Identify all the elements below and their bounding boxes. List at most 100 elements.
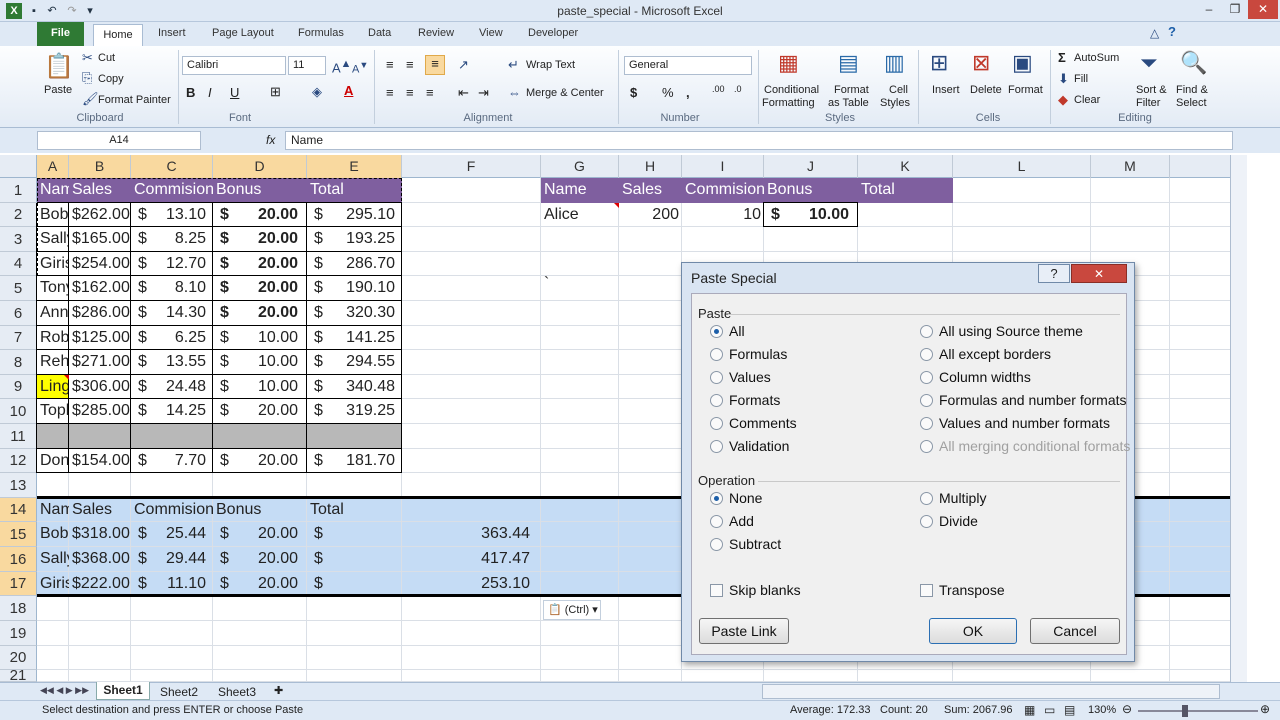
row-header-9[interactable]: 9 [0, 375, 37, 399]
operation-add[interactable]: Add [710, 513, 754, 529]
table-cell-commision[interactable]: 13.55 [131, 350, 209, 374]
align-center-icon[interactable]: ≡ [406, 85, 414, 100]
pasted-cell-bonus[interactable]: 20.00 [213, 522, 301, 546]
decrease-decimal-icon[interactable]: .0 [734, 84, 742, 94]
tab-formulas[interactable]: Formulas [298, 27, 344, 39]
font-color-icon[interactable]: A [344, 83, 353, 98]
sort-filter-button[interactable]: Sort & [1136, 84, 1167, 96]
align-top-icon[interactable]: ≡ [386, 57, 394, 72]
align-middle-icon[interactable]: ≡ [406, 57, 414, 72]
tab-home[interactable]: Home [93, 24, 143, 47]
zoom-level[interactable]: 130% [1088, 704, 1116, 716]
paste-option-right-1[interactable]: All except borders [920, 346, 1051, 362]
paste-option-right-2[interactable]: Column widths [920, 369, 1031, 385]
operation-subtract[interactable]: Subtract [710, 536, 781, 552]
sheet-tab-sheet2[interactable]: Sheet2 [160, 685, 198, 699]
view-page-layout-icon[interactable]: ▭ [1044, 703, 1055, 717]
skip-blanks-checkbox[interactable]: Skip blanks [710, 582, 801, 598]
comma-icon[interactable]: , [686, 85, 690, 100]
paste-option-right-3[interactable]: Formulas and number formats [920, 392, 1127, 408]
pasted-cell-bonus[interactable]: 20.00 [213, 547, 301, 571]
table-cell-total[interactable]: 340.48 [307, 375, 398, 399]
paste-option-all[interactable]: All [710, 323, 745, 339]
shrink-font-icon[interactable]: A▼ [352, 60, 368, 76]
table3-header-cell[interactable]: Bonus [764, 178, 858, 203]
pasted-header-cell[interactable]: Total [307, 498, 402, 522]
table-row-name[interactable]: Donald [37, 449, 69, 473]
row-header-8[interactable]: 8 [0, 350, 37, 375]
sheet-nav-arrows-icon[interactable]: ◀◀ ◀ ▶ ▶▶ [40, 685, 89, 696]
pasted-cell-commision[interactable]: 25.44 [131, 522, 209, 546]
column-header-e[interactable]: E [307, 155, 402, 178]
tab-developer[interactable]: Developer [528, 27, 578, 39]
formula-input[interactable]: Name [285, 131, 1233, 150]
ok-button[interactable]: OK [929, 618, 1017, 644]
paste-button[interactable]: Paste [44, 84, 72, 96]
column-header-h[interactable]: H [619, 155, 682, 178]
cancel-button[interactable]: Cancel [1030, 618, 1120, 644]
delete-cells-button[interactable]: Delete [970, 84, 1002, 96]
column-header-c[interactable]: C [131, 155, 213, 178]
table-row-name[interactable]: Tony [37, 276, 69, 301]
help-button[interactable]: ? [1038, 264, 1070, 283]
paste-option-comments[interactable]: Comments [710, 415, 797, 431]
fill-button[interactable]: Fill [1074, 73, 1088, 85]
format-as-table-button[interactable]: Format [834, 84, 869, 96]
table-cell-commision[interactable]: 7.70 [131, 449, 209, 473]
insert-sheet-icon[interactable]: ✚ [274, 684, 283, 697]
pasted-row-name[interactable]: Bob [37, 522, 69, 547]
row-header-11[interactable]: 11 [0, 424, 37, 449]
operation-divide[interactable]: Divide [920, 513, 978, 529]
row-header-18[interactable]: 18 [0, 596, 37, 621]
row-header-2[interactable]: 2 [0, 203, 37, 227]
select-all-corner[interactable] [0, 155, 37, 178]
operation-multiply[interactable]: Multiply [920, 490, 986, 506]
table-cell-sales[interactable]: $162.00 [69, 276, 131, 301]
paste-option-validation[interactable]: Validation [710, 438, 789, 454]
zoom-in-icon[interactable]: ⊕ [1260, 702, 1270, 716]
sheet-tab-sheet1[interactable]: Sheet1 [96, 682, 150, 700]
paste-icon[interactable]: 📋 [44, 52, 74, 82]
close-window-icon[interactable]: ✕ [1248, 0, 1278, 19]
underline-icon[interactable]: U [230, 85, 239, 100]
pasted-header-cell[interactable]: Bonus [213, 498, 307, 522]
tab-insert[interactable]: Insert [158, 27, 186, 39]
fill-color-icon[interactable]: ◈ [312, 84, 322, 100]
font-name-combo[interactable]: Calibri [182, 56, 286, 75]
pasted-cell-commision[interactable]: 11.10 [131, 572, 209, 596]
column-header-f[interactable]: F [402, 155, 541, 178]
table-cell-bonus[interactable]: 20.00 [213, 301, 301, 325]
minimize-icon[interactable]: – [1196, 0, 1222, 19]
table-cell-sales[interactable]: $154.00 [69, 449, 131, 473]
align-right-icon[interactable]: ≡ [426, 85, 434, 100]
pasted-cell-sales[interactable]: $222.00 [69, 572, 131, 596]
align-left-icon[interactable]: ≡ [386, 85, 394, 100]
row-header-19[interactable]: 19 [0, 621, 37, 646]
decrease-indent-icon[interactable]: ⇤ [458, 85, 469, 101]
table-cell-total[interactable]: 141.25 [307, 326, 398, 350]
vertical-scrollbar[interactable] [1230, 155, 1247, 682]
increase-decimal-icon[interactable]: .00 [712, 84, 725, 94]
pasted-cell-total[interactable]: 363.44 [402, 522, 533, 546]
fx-icon[interactable]: fx [266, 133, 275, 147]
operation-none[interactable]: None [710, 490, 762, 506]
row-header-15[interactable]: 15 [0, 522, 37, 547]
table3-header-cell[interactable]: Commision [682, 178, 764, 203]
column-header-d[interactable]: D [213, 155, 307, 178]
table-cell-sales[interactable]: $285.00 [69, 399, 131, 424]
cell-styles-button[interactable]: Cell [889, 84, 908, 96]
table-cell-bonus[interactable]: 20.00 [213, 449, 301, 473]
clear-button[interactable]: Clear [1074, 94, 1100, 106]
table-cell-sales[interactable]: $271.00 [69, 350, 131, 375]
sheet-tab-sheet3[interactable]: Sheet3 [218, 685, 256, 699]
horizontal-scrollbar[interactable] [762, 684, 1220, 699]
percent-icon[interactable]: % [662, 85, 674, 100]
pasted-cell-total[interactable]: 417.47 [402, 547, 533, 571]
pasted-cell-sales[interactable]: $368.00 [69, 547, 131, 572]
pasted-row-name[interactable]: Girish [37, 572, 69, 596]
table3-name-cell[interactable]: Alice [541, 203, 619, 227]
minimize-ribbon-icon[interactable]: △ [1150, 26, 1159, 40]
increase-indent-icon[interactable]: ⇥ [478, 85, 489, 101]
row-header-17[interactable]: 17 [0, 572, 37, 596]
view-normal-icon[interactable]: ▦ [1024, 703, 1035, 717]
